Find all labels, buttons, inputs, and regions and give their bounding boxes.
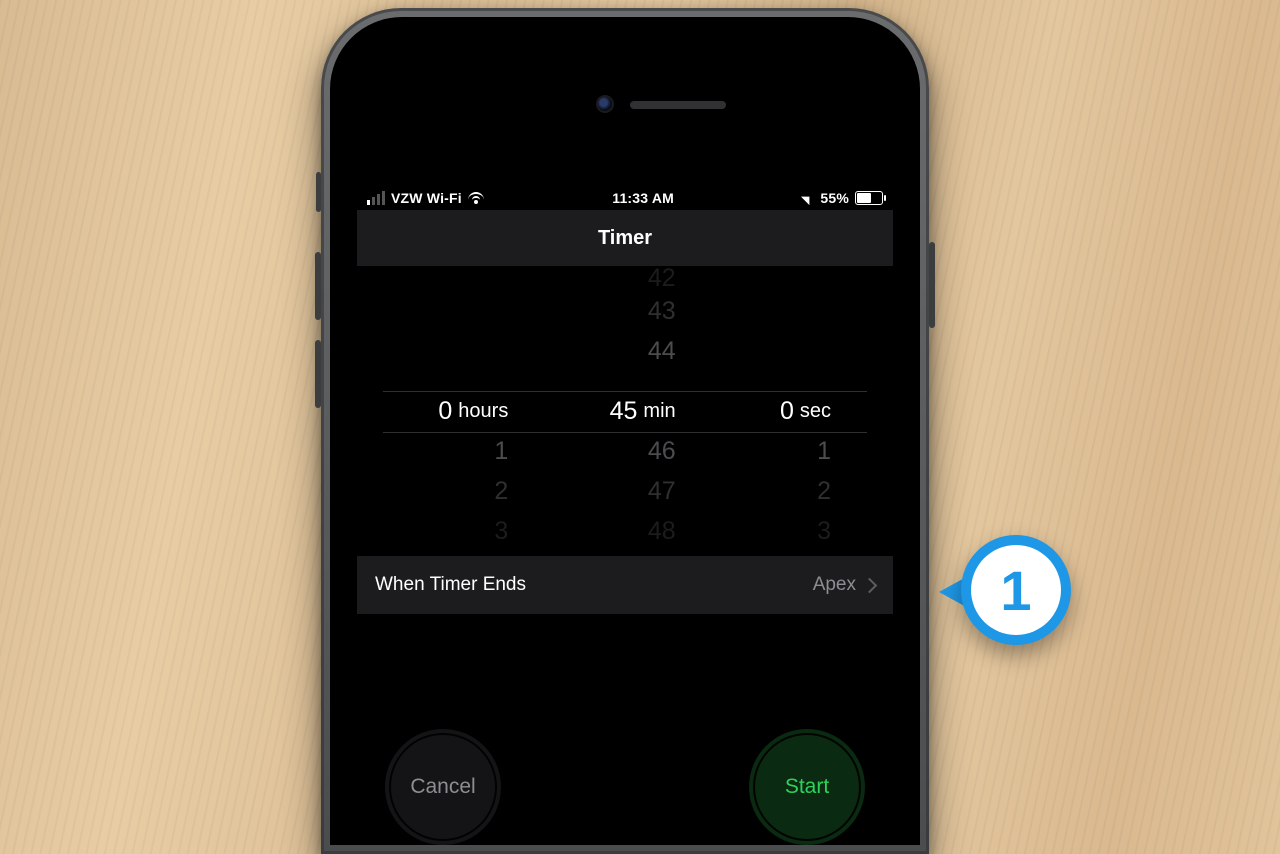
seconds-column[interactable]: 0sec 1 2 3 [706, 266, 867, 556]
volume-up-button [315, 252, 321, 320]
hours-unit: hours [458, 400, 508, 423]
power-button [929, 242, 935, 328]
page-title: Timer [598, 227, 652, 250]
carrier-label: VZW Wi-Fi [391, 190, 462, 206]
when-timer-ends-value: Apex [813, 574, 856, 596]
location-icon [801, 188, 818, 205]
when-timer-ends-row[interactable]: When Timer Ends Apex [357, 556, 893, 614]
earpiece [630, 101, 726, 109]
minutes-column[interactable]: 42 43 44 45min 46 47 48 [544, 266, 705, 556]
iphone-frame: VZW Wi-Fi 11:33 AM 55% Timer [321, 8, 929, 854]
cell-signal-icon [367, 191, 385, 205]
cancel-button[interactable]: Cancel [385, 729, 501, 845]
button-row: Cancel Start [357, 655, 893, 845]
cancel-button-label: Cancel [410, 775, 475, 799]
start-button[interactable]: Start [749, 729, 865, 845]
minutes-value: 45 [599, 397, 637, 426]
status-time: 11:33 AM [612, 190, 674, 206]
seconds-unit: sec [800, 400, 831, 423]
wifi-icon [468, 192, 484, 204]
seconds-value: 0 [768, 397, 794, 426]
page-title-bar: Timer [357, 210, 893, 266]
chevron-right-icon [862, 577, 878, 593]
volume-down-button [315, 340, 321, 408]
status-bar: VZW Wi-Fi 11:33 AM 55% [357, 186, 893, 210]
hours-column[interactable]: 0hours 1 2 3 [383, 266, 544, 556]
callout-number: 1 [1000, 558, 1031, 623]
start-button-label: Start [785, 775, 829, 799]
screen: VZW Wi-Fi 11:33 AM 55% Timer [357, 186, 893, 845]
when-timer-ends-label: When Timer Ends [375, 574, 526, 596]
battery-pct: 55% [820, 190, 849, 206]
time-picker[interactable]: 0hours 1 2 3 42 43 44 45min 46 [357, 266, 893, 556]
battery-icon [855, 191, 883, 205]
hours-value: 0 [426, 397, 452, 426]
front-camera [598, 97, 612, 111]
callout-1: 1 [939, 527, 1079, 647]
mute-switch [316, 172, 321, 212]
minutes-unit: min [643, 400, 675, 423]
